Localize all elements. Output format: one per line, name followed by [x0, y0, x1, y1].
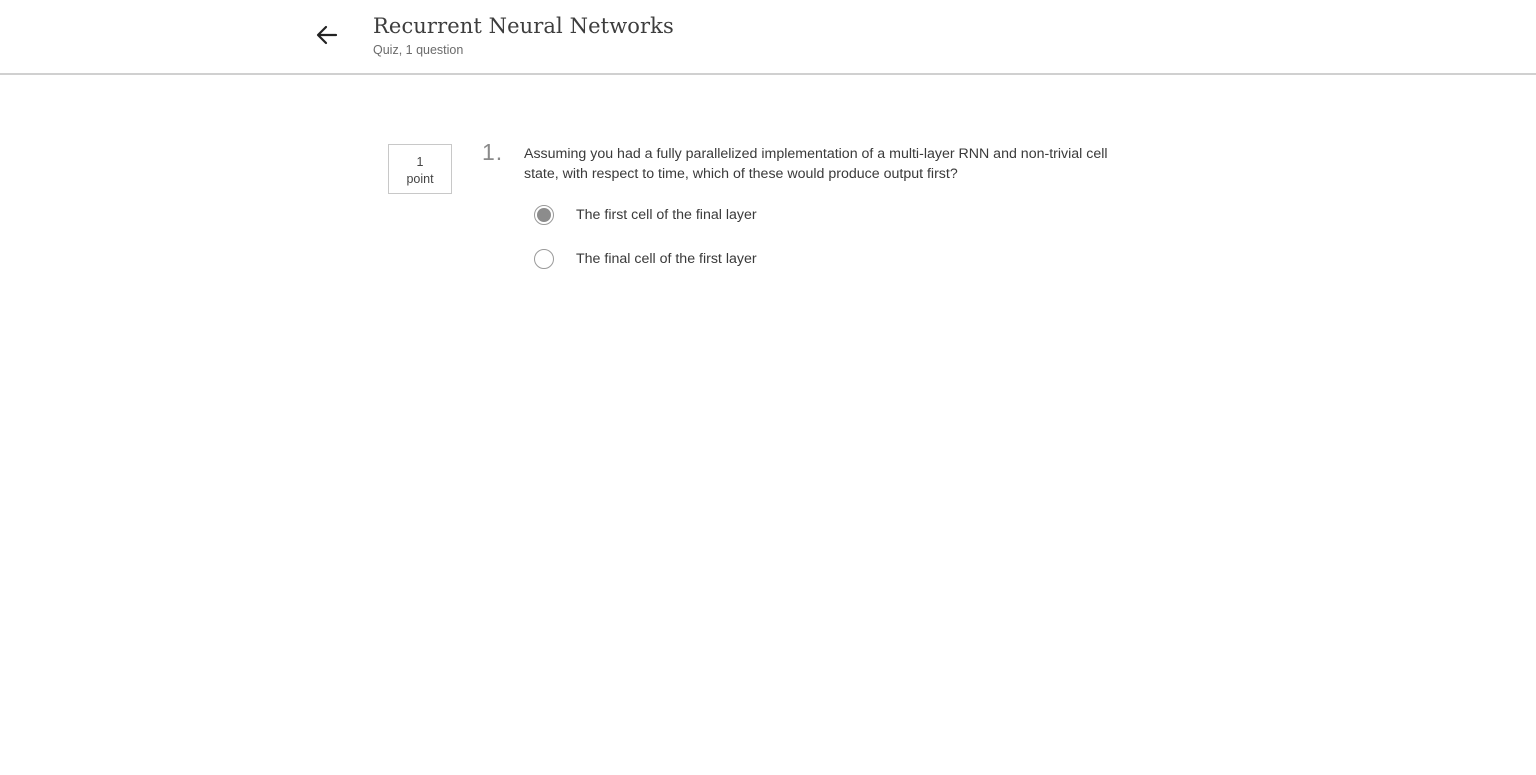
answer-option-label: The first cell of the final layer: [576, 207, 757, 223]
radio-button-selected[interactable]: [534, 205, 554, 225]
page-title: Recurrent Neural Networks: [373, 14, 674, 38]
page-subtitle: Quiz, 1 question: [373, 43, 464, 57]
radio-button[interactable]: [534, 249, 554, 269]
question-text: Assuming you had a fully parallelized im…: [524, 146, 1108, 182]
points-label: point: [406, 172, 434, 186]
answer-option-2[interactable]: The final cell of the first layer: [534, 247, 757, 271]
points-value: 1: [416, 155, 424, 169]
back-button[interactable]: [312, 20, 342, 50]
quiz-header: Recurrent Neural Networks Quiz, 1 questi…: [0, 0, 1536, 75]
answer-option-label: The final cell of the first layer: [576, 251, 757, 267]
question-number: 1.: [482, 139, 504, 165]
title-block: Recurrent Neural Networks Quiz, 1 questi…: [373, 12, 674, 59]
answer-option-1[interactable]: The first cell of the final layer: [534, 203, 757, 227]
points-badge: 1 point: [388, 144, 452, 194]
arrow-left-icon: [316, 25, 338, 45]
